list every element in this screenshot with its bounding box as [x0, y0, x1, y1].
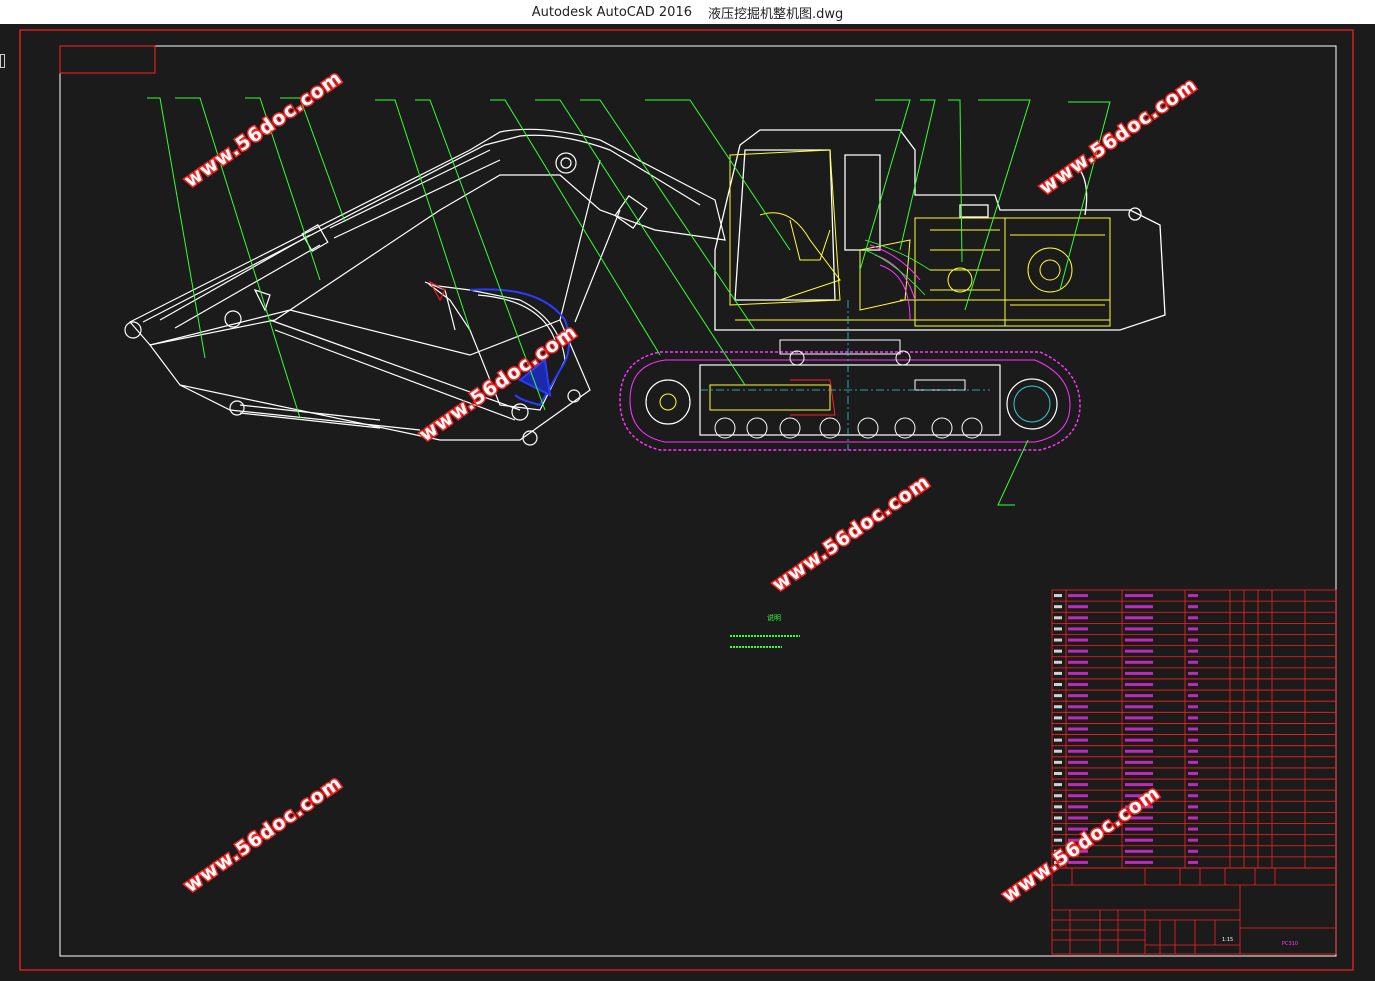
watermark-6: www.56doc.com	[998, 782, 1164, 907]
drawing-model-number: PC310	[1282, 941, 1298, 947]
hydraulic-pipes-green	[864, 239, 931, 296]
watermark-2: www.56doc.com	[1035, 74, 1201, 199]
drawing-frame	[59, 45, 1337, 957]
watermarks: www.56doc.com www.56doc.com www.56doc.co…	[179, 65, 1203, 908]
watermark-3: www.56doc.com	[415, 321, 581, 446]
title-block-text: 1:15 PC310	[1222, 937, 1298, 947]
code-box	[59, 45, 156, 74]
watermark-5: www.56doc.com	[180, 772, 346, 897]
cad-drawing[interactable]: 说明 1:15 PC310 www.56doc.com www.56doc.co…	[0, 24, 1375, 981]
notes-heading: 说明	[767, 613, 781, 622]
window-title-bar: Autodesk AutoCAD 2016 液压挖掘机整机图.dwg	[0, 0, 1375, 25]
drawing-canvas[interactable]: 说明 1:15 PC310 www.56doc.com www.56doc.co…	[0, 24, 1375, 981]
center-line	[700, 300, 990, 450]
watermark-4: www.56doc.com	[768, 471, 934, 596]
watermark-1: www.56doc.com	[180, 67, 346, 192]
app-title: Autodesk AutoCAD 2016	[531, 4, 692, 20]
document-title: 液压挖掘机整机图.dwg	[707, 6, 844, 22]
track-assembly[interactable]	[619, 339, 1081, 451]
scale-value: 1:15	[1222, 937, 1233, 943]
part-leader-lines	[147, 97, 1111, 506]
boom-assembly[interactable]	[124, 128, 726, 446]
technical-notes: 说明	[730, 613, 800, 648]
